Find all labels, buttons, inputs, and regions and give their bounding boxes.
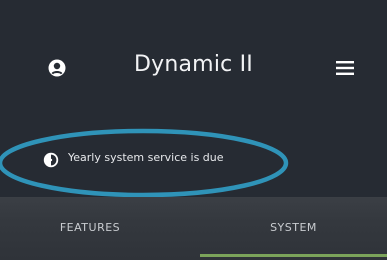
service-notice-text: Yearly system service is due [68, 151, 224, 164]
hamburger-menu-icon[interactable] [336, 61, 354, 75]
app-header: Dynamic II [0, 0, 387, 135]
service-clock-icon [43, 152, 59, 168]
tab-system-label: SYSTEM [270, 221, 317, 234]
tab-features[interactable]: FEATURES [20, 197, 160, 260]
app-title: Dynamic II [134, 52, 253, 77]
tab-features-label: FEATURES [59, 221, 121, 234]
active-tab-indicator [200, 254, 387, 257]
tab-system[interactable]: SYSTEM [200, 197, 387, 260]
tab-bar: FEATURES SYSTEM [0, 197, 387, 260]
